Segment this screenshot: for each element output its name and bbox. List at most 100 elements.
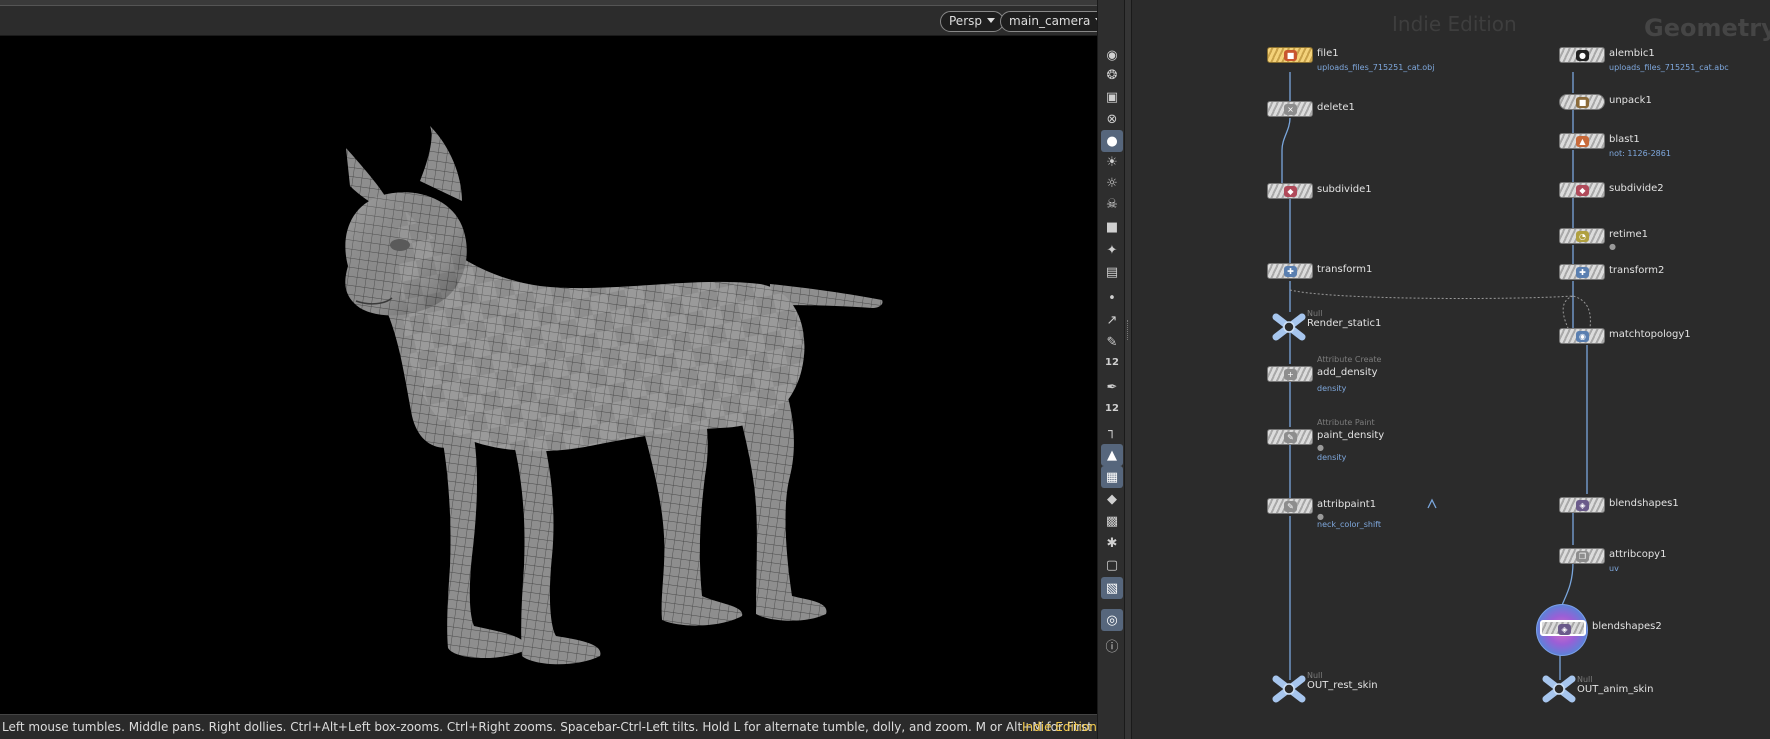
node-transform2-body[interactable]: ✚: [1559, 264, 1605, 280]
node-matchtopology1-body[interactable]: ◉: [1559, 328, 1605, 344]
node-parameter: density: [1317, 384, 1347, 393]
toolbar-point-icon[interactable]: •: [1101, 287, 1123, 309]
node-parameter: uploads_files_715251_cat.obj: [1317, 63, 1435, 72]
number-12b-icon: 12: [1105, 403, 1119, 414]
node-label: delete1: [1317, 102, 1355, 113]
viewport-header: Persp main_camera: [0, 6, 1113, 36]
toolbar-edge-icon[interactable]: ┐: [1101, 420, 1123, 442]
node-label: transform2: [1609, 265, 1665, 276]
node-label: paint_density: [1317, 430, 1385, 441]
node-subdivide2-body[interactable]: ◆: [1559, 182, 1605, 198]
blast-icon: ▲: [1576, 136, 1589, 147]
toolbar-normal-icon[interactable]: ↗: [1101, 309, 1123, 331]
node-type-label: Null: [1307, 309, 1323, 318]
view-menu-button[interactable]: Persp: [940, 11, 1004, 32]
node-parameter: density: [1317, 453, 1347, 462]
number-12-icon: 12: [1105, 357, 1119, 368]
node-delete1-body[interactable]: ×: [1267, 101, 1313, 117]
node-type-label: Null: [1577, 675, 1593, 684]
viewport-canvas[interactable]: [0, 36, 1097, 714]
toolbar-pin-icon[interactable]: ◎: [1101, 609, 1123, 631]
node-alembic1-body[interactable]: ●: [1559, 47, 1605, 63]
clock-icon: ◔: [1576, 231, 1589, 242]
node-blendshapes2-body[interactable]: ◈: [1540, 620, 1586, 636]
node-label: Render_static1: [1307, 318, 1382, 329]
node-type-label: Null: [1307, 671, 1323, 680]
toolbar-ghost-view-icon[interactable]: ❂: [1101, 64, 1123, 86]
lock-icon: ●: [1317, 443, 1324, 452]
node-label: OUT_rest_skin: [1307, 680, 1378, 691]
toolbar-grid-icon[interactable]: ▦: [1101, 466, 1123, 488]
lock-icon: ●: [1609, 242, 1616, 251]
toolbar-wireframe-icon[interactable]: ▲: [1101, 444, 1123, 466]
edition-label: Indie Edition: [1022, 720, 1097, 734]
null-node-icon[interactable]: [1542, 675, 1576, 703]
node-parameter: uv: [1609, 564, 1619, 573]
toolbar-lock-icon[interactable]: ▣: [1101, 86, 1123, 108]
node-label: matchtopology1: [1609, 329, 1691, 340]
node-retime1-body[interactable]: ◔: [1559, 228, 1605, 244]
node-blast1-body[interactable]: ▲: [1559, 133, 1605, 149]
node-type-label: Attribute Create: [1317, 355, 1382, 364]
toolbar-joint-icon[interactable]: ✱: [1101, 532, 1123, 554]
toolbar-number-12-icon[interactable]: 12: [1101, 352, 1123, 374]
node-label: subdivide1: [1317, 184, 1372, 195]
node-blendshapes1-body[interactable]: ◈: [1559, 497, 1605, 513]
transform-icon: ✚: [1284, 266, 1297, 277]
toolbar-camera-icon[interactable]: ■: [1101, 216, 1123, 238]
attribute-copy-icon: ❐: [1576, 551, 1589, 562]
null-node-icon[interactable]: [1272, 675, 1306, 703]
toolbar-diamond-icon[interactable]: ◆: [1101, 488, 1123, 510]
node-parameter: uploads_files_715251_cat.abc: [1609, 63, 1729, 72]
node-type-label: Attribute Paint: [1317, 418, 1375, 427]
node-label: unpack1: [1609, 95, 1652, 106]
node-attribcopy1-body[interactable]: ❐: [1559, 548, 1605, 564]
node-label: blendshapes2: [1592, 621, 1662, 632]
toolbar-close-circle-icon[interactable]: ⊗: [1101, 108, 1123, 130]
toolbar-info-icon[interactable]: ⓘ: [1101, 636, 1123, 658]
camera-menu-button[interactable]: main_camera: [1000, 11, 1113, 32]
toolbar-brush-icon[interactable]: ✎: [1101, 331, 1123, 353]
toolbar-texture-icon[interactable]: ▩: [1101, 510, 1123, 532]
node-label: blast1: [1609, 134, 1640, 145]
node-subdivide1-body[interactable]: ◆: [1267, 183, 1313, 199]
toolbar-paint-icon[interactable]: ✒: [1101, 376, 1123, 398]
toolbar-shading-sphere-icon[interactable]: ●: [1101, 130, 1123, 152]
node-transform1-body[interactable]: ✚: [1267, 263, 1313, 279]
toolbar-capture-icon[interactable]: ▤: [1101, 261, 1123, 283]
node-attribpaint1-body[interactable]: ✎: [1267, 498, 1313, 514]
node-paint-density-body[interactable]: ✎: [1267, 429, 1313, 445]
houdini-window: Persp main_camera Left mouse tumbles. Mi…: [0, 0, 1770, 739]
toolbar-skull-icon[interactable]: ☠: [1101, 193, 1123, 215]
node-label: blendshapes1: [1609, 498, 1679, 509]
subdivide-icon: ◆: [1284, 186, 1297, 197]
node-unpack1-body[interactable]: ■: [1559, 94, 1605, 110]
node-label: add_density: [1317, 367, 1378, 378]
cat-mesh-render: [345, 126, 883, 665]
node-parameter: neck_color_shift: [1317, 520, 1381, 529]
toolbar-transform-handle-icon[interactable]: ✦: [1101, 239, 1123, 261]
toolbar-snapshot-icon[interactable]: ▧: [1101, 577, 1123, 599]
alembic-icon: ●: [1576, 50, 1589, 61]
pane-splitter[interactable]: [1125, 0, 1132, 739]
null-node-icon[interactable]: [1272, 313, 1306, 341]
node-label: retime1: [1609, 229, 1648, 240]
delete-icon: ×: [1284, 104, 1297, 115]
node-add-density-body[interactable]: +: [1267, 366, 1313, 382]
file-icon: ■: [1284, 50, 1297, 61]
splitter-grip[interactable]: [1127, 320, 1129, 340]
node-label: subdivide2: [1609, 183, 1664, 194]
scene-viewport[interactable]: Persp main_camera Left mouse tumbles. Mi…: [0, 0, 1208, 739]
network-editor[interactable]: Indie Edition Geometry ■ file1 uploads_f…: [1132, 0, 1770, 739]
toolbar-frame-icon[interactable]: ▢: [1101, 554, 1123, 576]
attribute-paint-icon: ✎: [1284, 501, 1297, 512]
match-topology-icon: ◉: [1576, 331, 1589, 342]
node-label: file1: [1317, 48, 1339, 59]
transform-icon: ✚: [1576, 267, 1589, 278]
node-file1-body[interactable]: ■: [1267, 47, 1313, 63]
toolbar-eye-icon[interactable]: ◉: [1101, 44, 1123, 66]
toolbar-light-bulb-icon[interactable]: ☀: [1101, 151, 1123, 173]
node-label: attribpaint1: [1317, 499, 1377, 510]
toolbar-headlight-icon[interactable]: ☼: [1101, 172, 1123, 194]
toolbar-number-12b-icon[interactable]: 12: [1101, 398, 1123, 420]
